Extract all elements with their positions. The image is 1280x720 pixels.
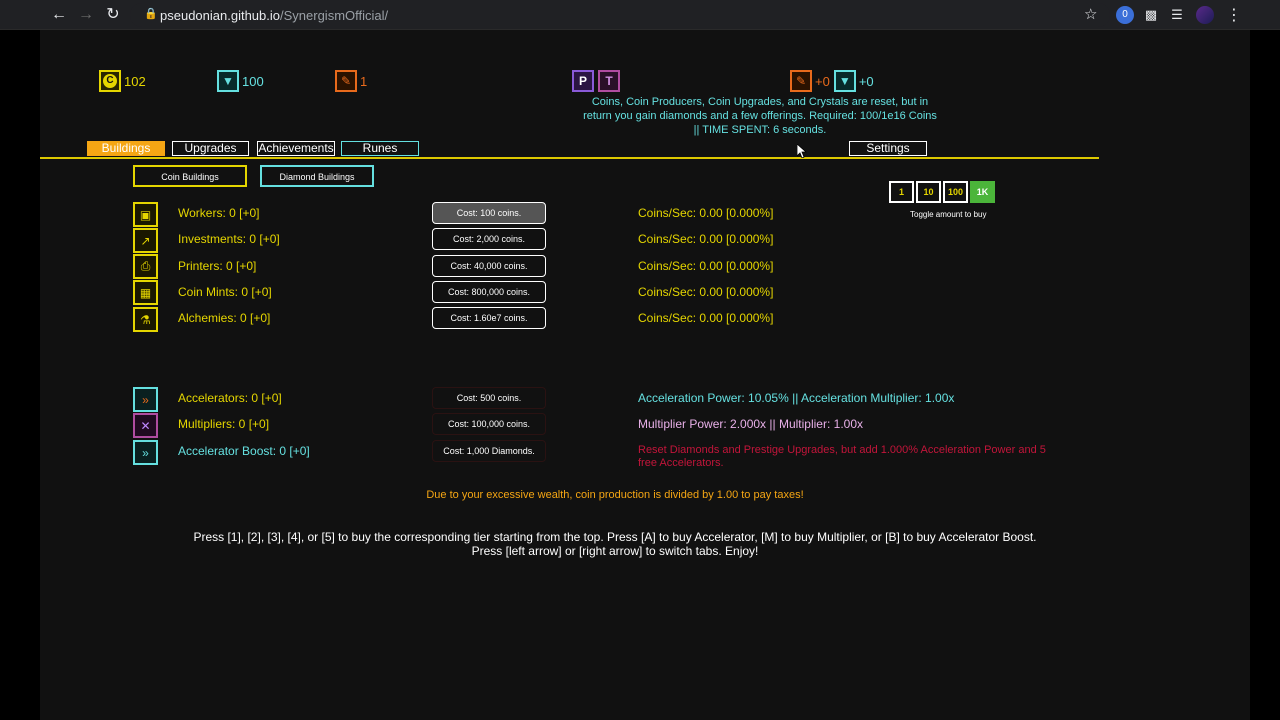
extension-badge: 0 [1122,9,1128,20]
diamonds-value: 100 [242,73,264,89]
tab-runes[interactable]: Runes [341,141,419,156]
tab-achievements[interactable]: Achievements [257,141,335,156]
alchemy-icon: ⚗ [133,307,158,332]
bookmark-star-icon[interactable]: ☆ [1084,5,1097,23]
workers-rate: Coins/Sec: 0.00 [0.000%] [638,206,774,220]
extension-icon[interactable]: 0 [1116,6,1134,24]
prestige-reset-button[interactable]: P [572,70,594,92]
hotkey-help: Press [1], [2], [3], [4], or [5] to buy … [193,530,1037,558]
buy-multiplier-button[interactable]: Cost: 100,000 coins. [432,413,546,435]
accelerator-info: Acceleration Power: 10.05% || Accelerati… [638,391,955,405]
puzzle-extensions-icon[interactable]: ▩ [1142,6,1160,24]
buy-workers-button[interactable]: Cost: 100 coins. [432,202,546,224]
diamond-gain-icon: ▼ [833,70,856,92]
investment-icon: ↗ [133,228,158,253]
diamond-buildings-tab[interactable]: Diamond Buildings [260,165,374,187]
buy-amount-1k-button[interactable]: 1K [970,181,995,203]
accelerator-boost-info: Reset Diamonds and Prestige Upgrades, bu… [638,444,1046,469]
printers-rate: Coins/Sec: 0.00 [0.000%] [638,259,774,273]
multiplier-info: Multiplier Power: 2.000x || Multiplier: … [638,417,863,431]
offerings-display: ✎ 1 [335,70,367,92]
alchemies-label: Alchemies: 0 [+0] [178,311,271,325]
multipliers-label: Multipliers: 0 [+0] [178,417,270,431]
printer-icon: ⎙ [133,254,158,279]
tab-settings[interactable]: Settings [849,141,927,156]
diamonds-display: ▼ 100 [217,70,264,92]
profile-avatar[interactable] [1196,6,1214,24]
buy-accelerator-boost-button[interactable]: Cost: 1,000 Diamonds. [432,440,546,462]
investments-label: Investments: 0 [+0] [178,232,280,246]
worker-icon: ▣ [133,202,158,227]
buy-accelerator-button[interactable]: Cost: 500 coins. [432,387,546,409]
forward-arrow-icon[interactable]: → [76,5,96,25]
left-margin [0,30,40,720]
coin-mints-rate: Coins/Sec: 0.00 [0.000%] [638,285,774,299]
offering-icon: ✎ [335,70,357,92]
tab-buildings[interactable]: Buildings [87,141,165,156]
coin-mint-icon: ▦ [133,280,158,305]
workers-label: Workers: 0 [+0] [178,206,260,220]
tax-notice: Due to your excessive wealth, coin produ… [426,489,804,501]
accelerator-boost-icon: » [133,440,158,465]
coin-icon: C [99,70,121,92]
printers-label: Printers: 0 [+0] [178,259,257,273]
browser-toolbar: ← → ↻ 🔒 pseudonian.github.io/SynergismOf… [0,0,1280,30]
offerings-value: 1 [360,73,368,89]
mouse-cursor-icon [797,144,807,158]
offerings-gain-value: +0 [815,73,830,89]
buy-coin-mints-button[interactable]: Cost: 800,000 coins. [432,281,546,303]
buy-amount-100-button[interactable]: 100 [943,181,968,203]
back-arrow-icon[interactable]: ← [49,5,69,25]
buy-amount-10-button[interactable]: 10 [916,181,941,203]
address-bar[interactable]: 🔒 pseudonian.github.io/SynergismOfficial… [130,3,1110,27]
diamonds-gain-value: +0 [858,73,874,89]
accelerators-label: Accelerators: 0 [+0] [178,391,282,405]
diamond-icon: ▼ [217,70,239,92]
tab-upgrades[interactable]: Upgrades [172,141,249,156]
reset-info-text: Coins, Coin Producers, Coin Upgrades, an… [583,96,937,136]
transcend-reset-button[interactable]: T [598,70,620,92]
tab-divider [40,157,1099,159]
coins-display: C 102 [99,70,146,92]
right-margin [1250,30,1280,720]
game-page: C 102 ▼ 100 ✎ 1 P T ✎ +0 ▼ +0 Coins, Coi… [40,30,1250,720]
buy-amount-1-button[interactable]: 1 [889,181,914,203]
buy-amount-label: Toggle amount to buy [910,210,987,219]
coins-value: 102 [124,73,146,89]
accelerator-boost-label: Accelerator Boost: 0 [+0] [178,444,310,458]
reset-buttons: P T [572,70,620,92]
multiplier-icon: ✕ [133,413,158,438]
reload-icon[interactable]: ↻ [103,5,123,25]
alchemies-rate: Coins/Sec: 0.00 [0.000%] [638,311,774,325]
browser-menu-icon[interactable]: ⋮ [1226,5,1242,25]
url-text: pseudonian.github.io/SynergismOfficial/ [160,8,389,23]
buy-printers-button[interactable]: Cost: 40,000 coins. [432,255,546,277]
coin-mints-label: Coin Mints: 0 [+0] [178,285,272,299]
buy-alchemies-button[interactable]: Cost: 1.60e7 coins. [432,307,546,329]
lock-icon: 🔒 [144,8,158,20]
media-queue-icon[interactable]: ☰ [1168,6,1186,24]
buy-investments-button[interactable]: Cost: 2,000 coins. [432,228,546,250]
coin-buildings-tab[interactable]: Coin Buildings [133,165,247,187]
investments-rate: Coins/Sec: 0.00 [0.000%] [638,232,774,246]
prestige-gain-display: ✎ +0 ▼ +0 [790,70,874,92]
accelerator-icon: » [133,387,158,412]
offering-gain-icon: ✎ [790,70,812,92]
